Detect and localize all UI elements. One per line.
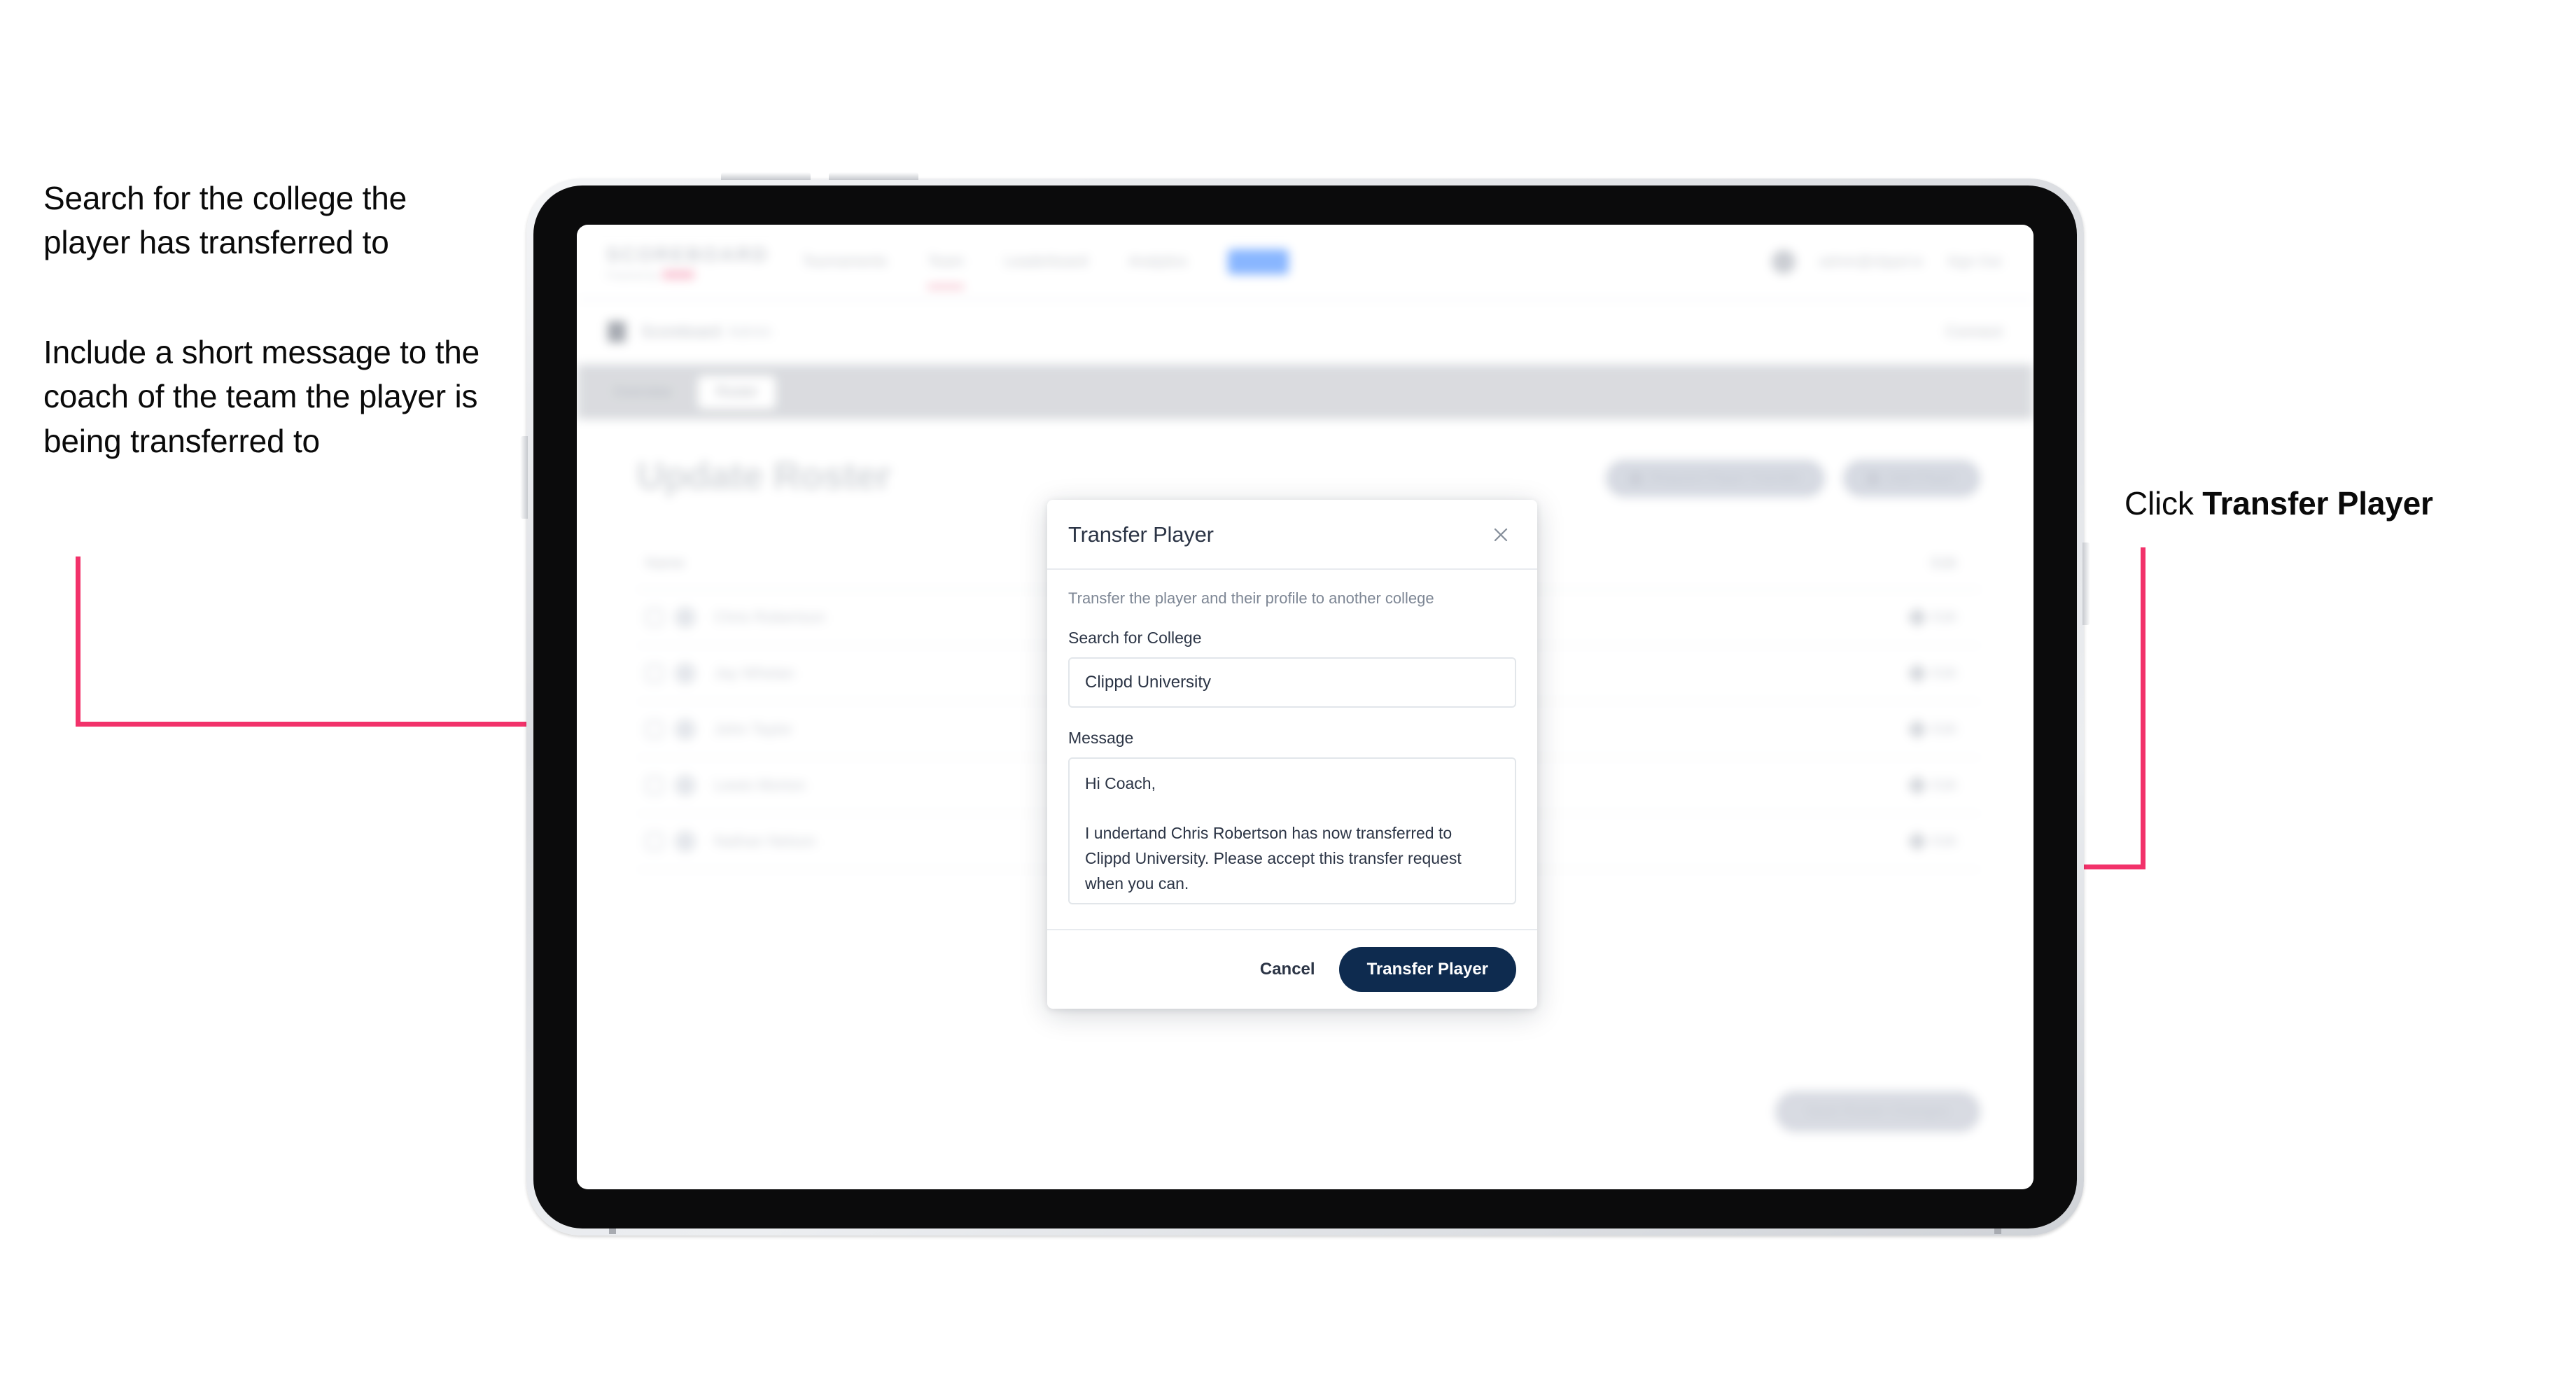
brand-tagline: Powered by	[606, 270, 746, 281]
breadcrumb-suffix: Admin	[727, 323, 772, 340]
nav-link-tournaments[interactable]: Tournaments	[802, 248, 887, 276]
player-name: John Taylor	[714, 720, 793, 738]
transfer-player-modal: Transfer Player Transfer the player and …	[1047, 500, 1537, 1009]
app-top-nav: SCOREBOARD Powered by Tournaments Team L…	[577, 225, 2033, 300]
row-checkbox[interactable]	[645, 720, 664, 738]
avatar[interactable]	[1772, 250, 1796, 274]
sign-out-link[interactable]: Sign Out	[1947, 254, 2001, 270]
nav-link-leaderboard[interactable]: Leaderboard	[1004, 248, 1088, 276]
edit-label: Edit	[1932, 833, 1956, 849]
pencil-icon	[1907, 831, 1927, 852]
save-roster-changes-button[interactable]: Save Roster Changes	[1774, 1091, 1980, 1132]
nav-link-team[interactable]: Team	[927, 248, 965, 288]
brand-name: SCOREBOARD	[606, 243, 769, 265]
search-college-input[interactable]	[1068, 657, 1516, 708]
annotation-click-prefix: Click	[2124, 485, 2203, 522]
edit-button[interactable]: Edit	[1907, 607, 1956, 628]
edit-button[interactable]: Edit	[1907, 719, 1956, 740]
column-header-name: Name	[645, 555, 685, 571]
tab-overview[interactable]: Overview	[595, 376, 690, 409]
add-player-label: Add Player	[1888, 470, 1956, 486]
player-avatar	[675, 607, 696, 628]
player-name: Jay Whelan	[714, 664, 794, 682]
modal-body: Transfer the player and their profile to…	[1047, 570, 1537, 929]
player-name: Chris Robertson	[714, 608, 825, 626]
modal-footer: Cancel Transfer Player	[1047, 929, 1537, 1009]
player-avatar	[675, 663, 696, 684]
player-name: Lewis Morton	[714, 776, 806, 794]
player-avatar	[675, 775, 696, 796]
edit-button[interactable]: Edit	[1907, 775, 1956, 796]
request-transfer-label: Request Player Transfer	[1650, 470, 1802, 486]
message-textarea[interactable]	[1068, 757, 1516, 904]
pencil-icon	[1907, 775, 1927, 796]
cancel-button[interactable]: Cancel	[1254, 953, 1321, 986]
side-button-right[interactable]	[2082, 542, 2090, 625]
page-title: Update Roster	[637, 455, 891, 497]
edit-label: Edit	[1932, 777, 1956, 793]
breadcrumb-action[interactable]: Connect	[1945, 323, 2003, 341]
transfer-icon	[1629, 472, 1642, 485]
plus-icon	[1867, 472, 1880, 485]
nav-right-group: admin@clippd.io Sign Out	[1772, 250, 2001, 274]
column-header-edit: Edit	[1931, 555, 1956, 571]
row-checkbox[interactable]	[645, 832, 664, 850]
edit-label: Edit	[1932, 609, 1956, 625]
nav-links: Tournaments Team Leaderboard Analytics A…	[802, 248, 1289, 288]
annotation-click-bold: Transfer Player	[2202, 485, 2433, 522]
app-tab-bar: Overview Roster	[577, 365, 2033, 419]
volume-down-button[interactable]	[829, 172, 918, 180]
transfer-player-submit-button[interactable]: Transfer Player	[1338, 947, 1516, 992]
page-action-buttons: Request Player Transfer Add Player	[1605, 460, 1980, 497]
annotation-include-message: Include a short message to the coach of …	[43, 334, 480, 459]
edit-label: Edit	[1932, 665, 1956, 681]
edit-label: Edit	[1932, 721, 1956, 737]
college-field-label: Search for College	[1068, 629, 1202, 647]
row-checkbox[interactable]	[645, 776, 664, 794]
tab-roster[interactable]: Roster	[698, 375, 776, 409]
add-player-button[interactable]: Add Player	[1843, 460, 1980, 497]
player-avatar	[675, 719, 696, 740]
close-icon[interactable]	[1485, 519, 1516, 550]
player-name: Nathan Nelson	[714, 832, 816, 850]
field-spacer	[1068, 708, 1516, 729]
row-checkbox[interactable]	[645, 608, 664, 626]
message-field-label: Message	[1068, 729, 1134, 747]
annotation-search-college: Search for the college the player has tr…	[43, 180, 407, 261]
modal-description: Transfer the player and their profile to…	[1068, 589, 1434, 607]
breadcrumb-text[interactable]: Scoreboard	[641, 323, 721, 341]
nav-chip-admin[interactable]: Admin	[1227, 249, 1289, 274]
nav-link-analytics[interactable]: Analytics	[1128, 248, 1187, 276]
nav-user-email: admin@clippd.io	[1819, 253, 1924, 270]
left-arrow-vertical-segment	[76, 556, 80, 727]
modal-header: Transfer Player	[1047, 500, 1537, 570]
volume-up-button[interactable]	[721, 172, 811, 180]
power-button[interactable]	[520, 436, 528, 519]
edit-button[interactable]: Edit	[1907, 663, 1956, 684]
request-player-transfer-button[interactable]: Request Player Transfer	[1605, 460, 1826, 497]
right-arrow-vertical-segment	[2141, 547, 2146, 869]
breadcrumb-bar: Scoreboard Admin Connect	[577, 300, 2033, 365]
pencil-icon	[1907, 719, 1927, 740]
player-avatar	[675, 831, 696, 852]
brand-logo[interactable]: SCOREBOARD Powered by	[606, 243, 769, 281]
pencil-icon	[1907, 607, 1927, 628]
screenshot-root: Search for the college the player has tr…	[0, 0, 2576, 1386]
pencil-icon	[1907, 663, 1927, 684]
modal-title: Transfer Player	[1068, 522, 1214, 547]
brand-tagline-text: Powered by	[606, 269, 658, 281]
annotation-click-transfer: Click Transfer Player	[2124, 482, 2558, 526]
row-checkbox[interactable]	[645, 664, 664, 682]
brand-badge-icon	[662, 270, 694, 279]
edit-button[interactable]: Edit	[1907, 831, 1956, 852]
clipboard-icon	[608, 321, 626, 342]
